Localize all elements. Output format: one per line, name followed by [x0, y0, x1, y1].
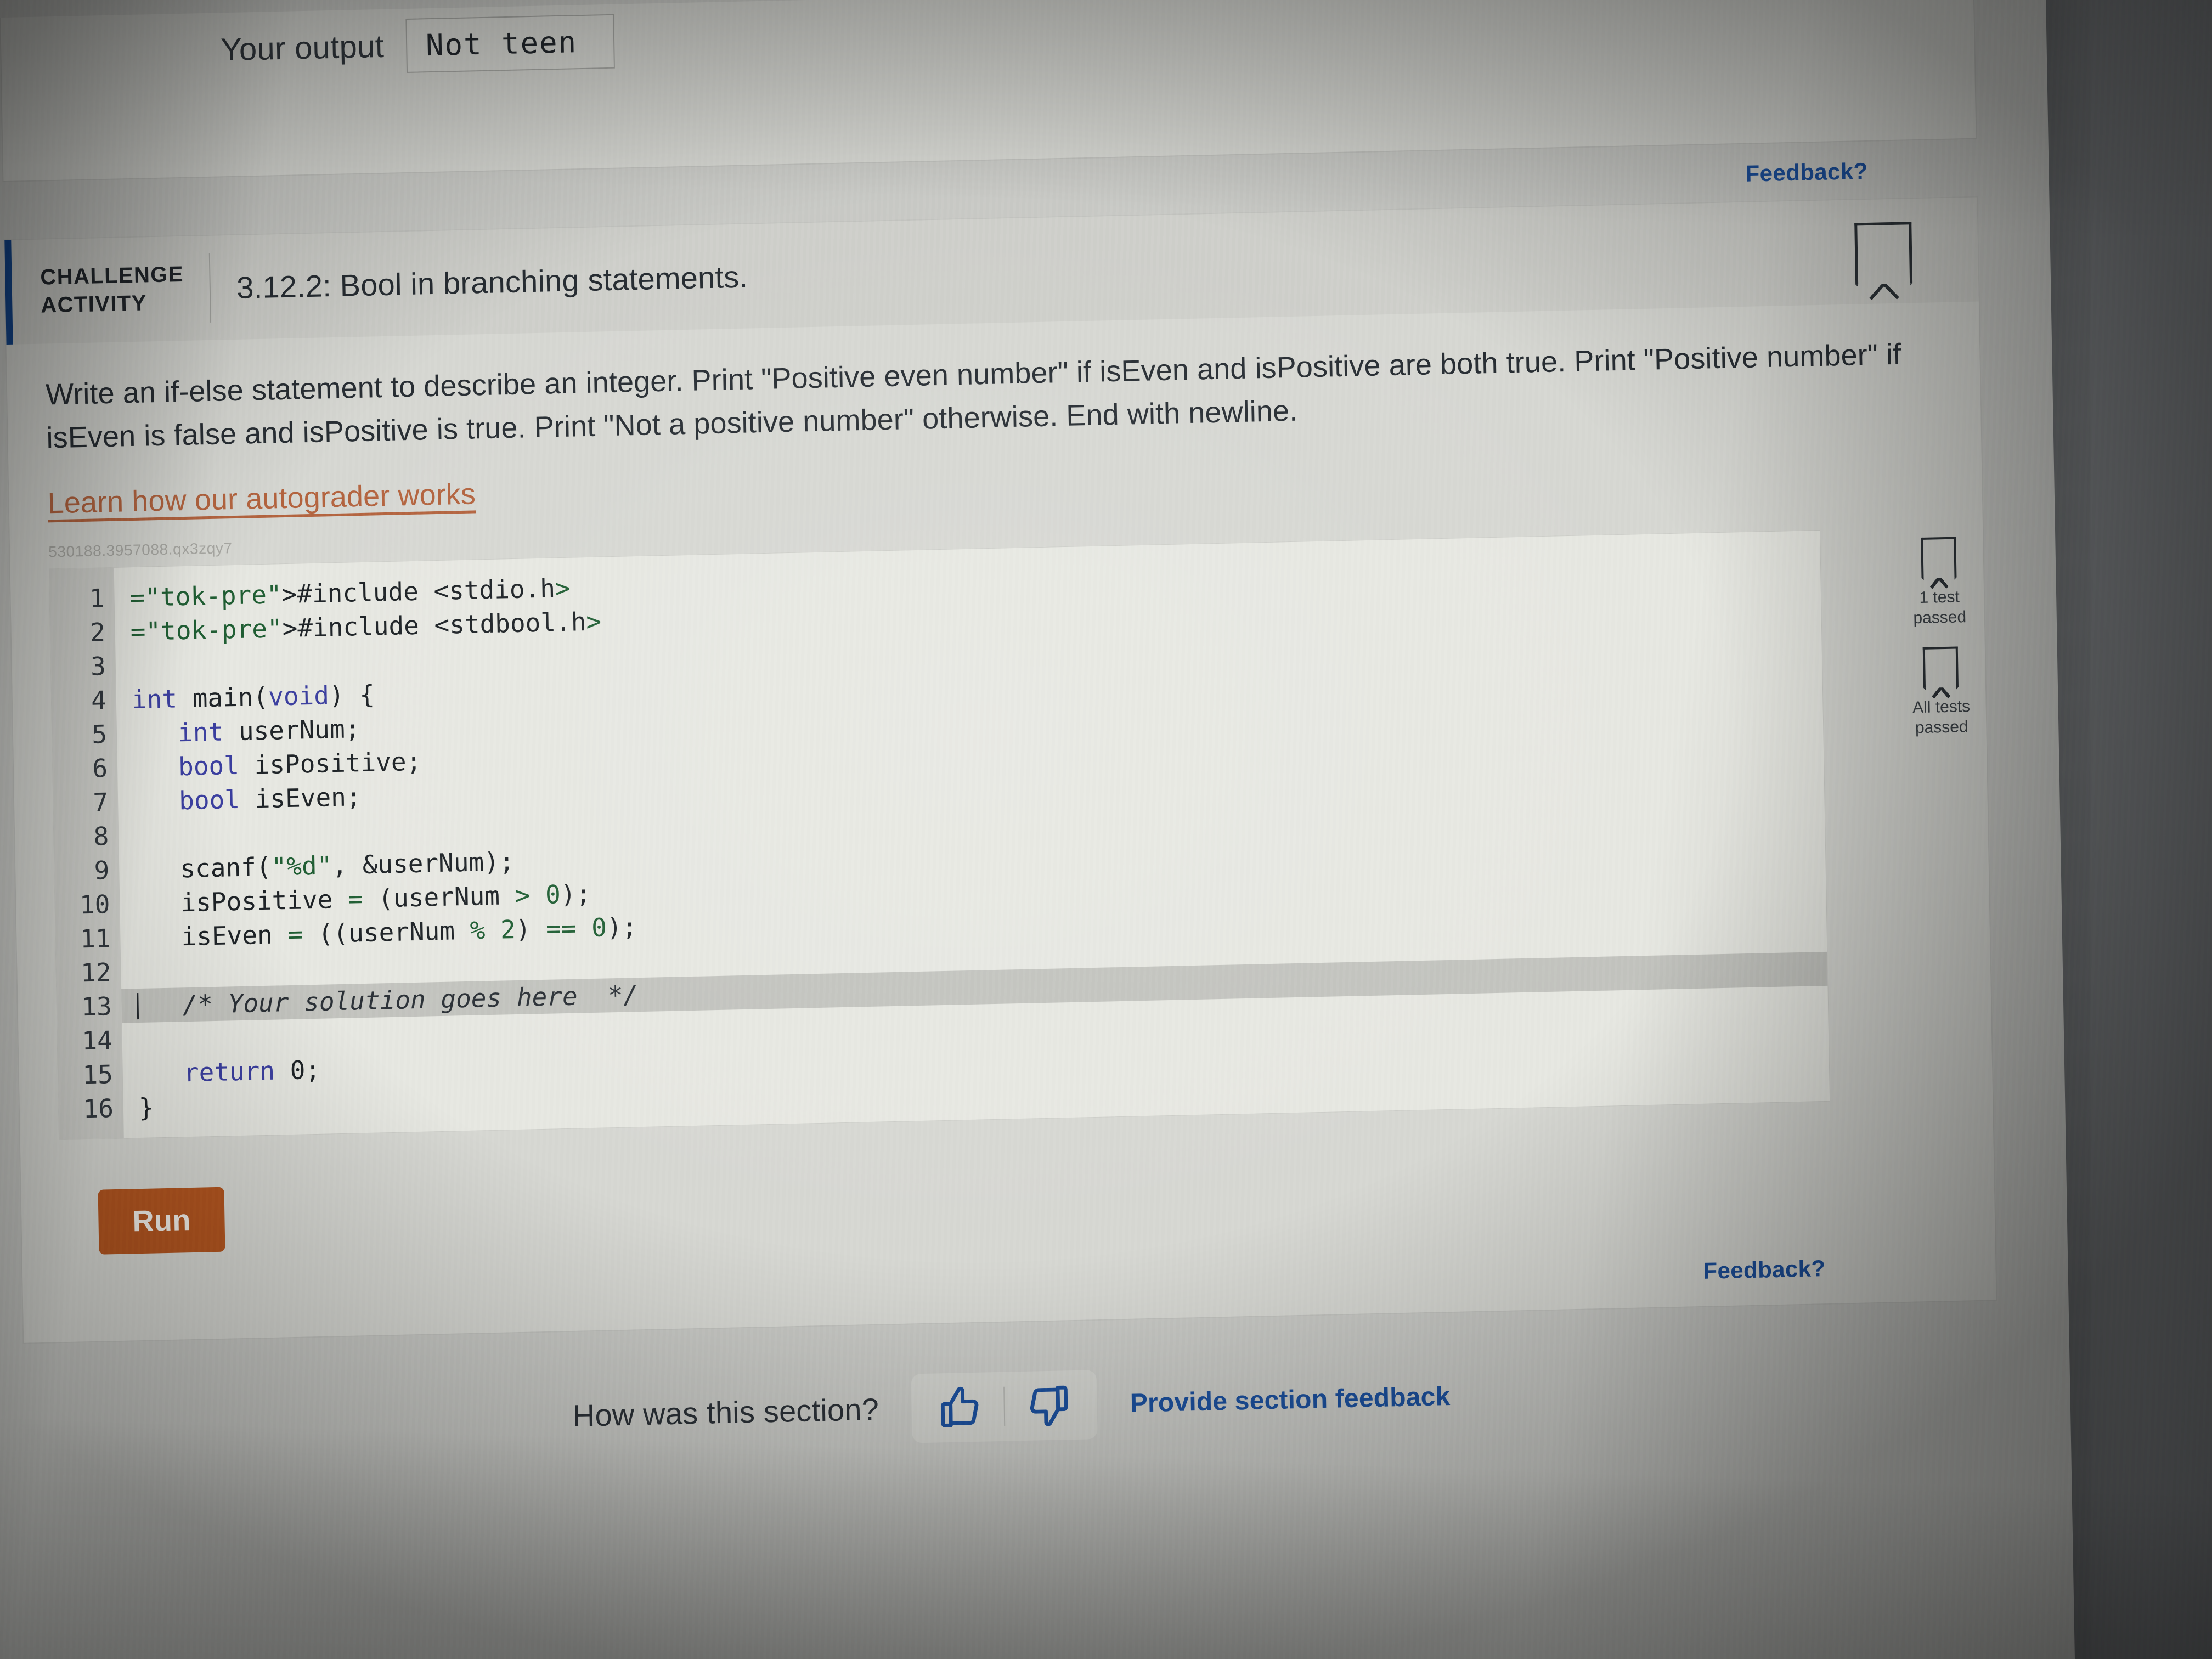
monitor-screen: Your output Not teen Feedback? CHALLENGE…	[0, 0, 2076, 1659]
line-number: 5	[91, 719, 108, 749]
line-number: 2	[89, 617, 106, 647]
run-button[interactable]: Run	[98, 1187, 225, 1255]
line-number: 14	[81, 1025, 113, 1056]
test-results-rail: 1 test passed All tests passed	[1875, 535, 2005, 758]
activity-prompt: Write an if-else statement to describe a…	[45, 337, 1901, 455]
kicker-line-challenge: CHALLENGE	[40, 262, 184, 290]
line-number: 15	[82, 1059, 114, 1090]
line-number: 13	[81, 991, 112, 1022]
line-number-gutter: 1 2 3 4 5 6 7 8 9 10 11 12 13 14 15 16	[49, 567, 124, 1139]
kicker-line-activity: ACTIVITY	[40, 291, 148, 318]
section-feedback-question: How was this section?	[572, 1391, 879, 1434]
thumbs-down-icon	[1030, 1385, 1068, 1426]
challenge-activity-title: 3.12.2: Bool in branching statements.	[236, 258, 748, 305]
screen-photo: Your output Not teen Feedback? CHALLENGE…	[0, 0, 2212, 1659]
activity-shield-icon	[1854, 222, 1913, 287]
thumbs-up-icon	[941, 1386, 979, 1427]
line-number: 1	[89, 583, 105, 613]
shield-icon	[1922, 646, 1959, 688]
line-number: 4	[91, 685, 107, 715]
line-number: 11	[80, 923, 111, 953]
thumbs-up-button[interactable]	[917, 1375, 1005, 1439]
shield-icon	[1921, 537, 1957, 578]
section-feedback-footer: How was this section? Provide section fe…	[24, 1350, 1999, 1463]
provide-section-feedback-link[interactable]: Provide section feedback	[1130, 1381, 1451, 1419]
code-editor[interactable]: 1 2 3 4 5 6 7 8 9 10 11 12 13 14 15 16 ="tok-pre">#incl…	[48, 529, 1831, 1140]
line-number: 7	[92, 787, 109, 817]
challenge-activity-body: Write an if-else statement to describe a…	[6, 301, 1996, 1343]
output-row: Your output Not teen	[1, 0, 1974, 82]
feedback-link-bottom[interactable]: Feedback?	[1703, 1255, 1826, 1284]
test-badge-2[interactable]: All tests passed	[1877, 645, 2005, 739]
line-number: 12	[80, 957, 112, 988]
line-number: 10	[79, 889, 110, 919]
code-area[interactable]: ="tok-pre">#include <stdio.h> ="tok-pre">…	[114, 531, 1830, 1138]
code-editor-wrap: 1 2 3 4 5 6 7 8 9 10 11 12 13 14 15 16 ="tok-pre">#incl…	[48, 529, 1970, 1140]
line-number: 3	[90, 651, 106, 681]
autograder-link[interactable]: Learn how our autograder works	[47, 477, 476, 520]
line-number: 9	[94, 855, 110, 885]
thumbs-down-button[interactable]	[1005, 1373, 1092, 1437]
challenge-activity-card: CHALLENGE ACTIVITY 3.12.2: Bool in branc…	[3, 196, 1997, 1344]
challenge-activity-kicker: CHALLENGE ACTIVITY	[12, 260, 210, 320]
feedback-link-top[interactable]: Feedback?	[1745, 158, 1868, 187]
thumbs-group	[911, 1369, 1098, 1443]
zybooks-page: Your output Not teen Feedback? CHALLENGE…	[0, 0, 2032, 1463]
line-number: 8	[93, 821, 109, 851]
line-number: 16	[83, 1093, 114, 1124]
test-badge-1[interactable]: 1 test passed	[1875, 535, 2003, 629]
output-value-box: Not teen	[405, 14, 615, 73]
line-number: 6	[92, 753, 108, 783]
your-output-label: Your output	[220, 28, 385, 68]
